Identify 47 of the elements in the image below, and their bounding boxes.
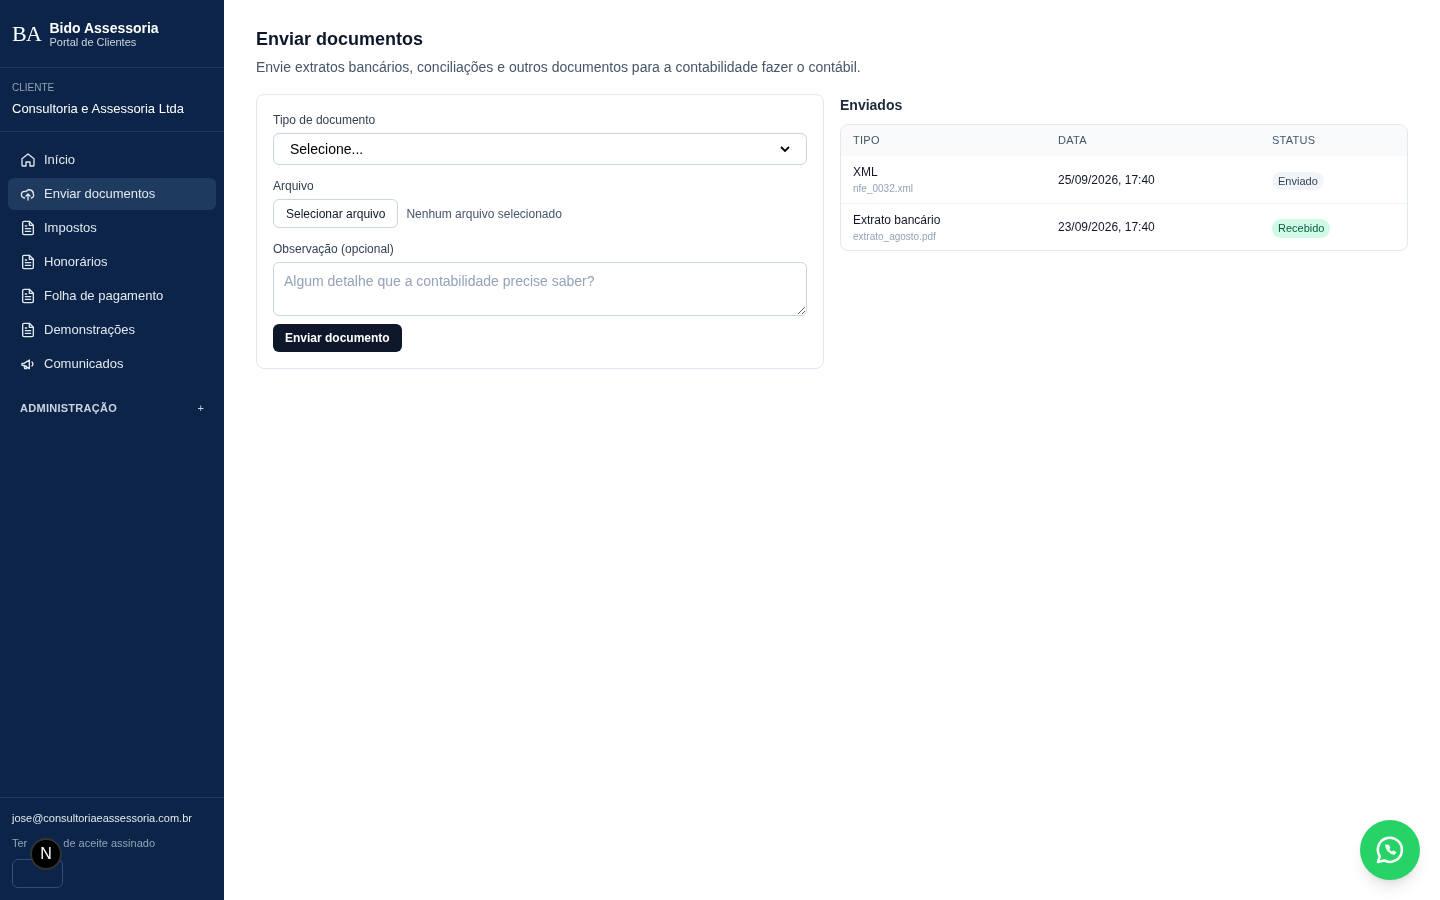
field-label: Observação (opcional) [273,241,395,258]
home-icon [20,151,36,168]
nav-item[interactable]: Impostos [8,211,216,244]
client-name: Consultoria e Assessoria Ltda [12,100,185,118]
brand-name: Bido Assessoria [49,19,159,36]
date-cell-text: 23/09/2026, 17:40 [1058,219,1156,236]
page-title: Enviar documentos [256,28,425,51]
file-name-cell-text: nfe_0032.xml [853,182,915,196]
submit-button[interactable]: Enviar documento [273,324,402,352]
select-file-button[interactable]: Selecionar arquivo [273,199,399,228]
field-label: Tipo de documento [273,112,377,129]
whatsapp-button[interactable] [1360,820,1420,880]
brand-subtitle: Portal de Clientes [49,35,138,48]
document-type-select[interactable]: Selecione... [273,133,807,165]
user-email: jose@consultoriaeassessoria.com.br [12,811,193,826]
chevron-down-icon [780,144,790,154]
document-icon [20,253,36,270]
field-label: Arquivo [273,178,315,195]
document-type-cell-text: Extrato bancário [853,211,942,229]
column-header: DATA [1058,133,1088,149]
nav-item[interactable]: Demonstrações [8,313,216,346]
nav-item[interactable]: Folha de pagamento [8,279,216,312]
document-icon [20,219,36,236]
nav-item[interactable]: Enviar documentos [8,177,216,210]
client-label: CLIENTE [12,81,56,95]
file-status-text: Nenhum arquivo selecionado [406,205,562,223]
status-badge: Enviado [1272,171,1324,190]
sent-section-title: Enviados [840,96,904,115]
terms-text: de aceite assinado [63,835,155,851]
expand-toggle[interactable]: + [197,399,204,416]
brand-logo: BA [12,22,42,45]
dev-indicator-tooltip[interactable]: N [30,838,62,870]
status-badge: Recebido [1272,219,1331,238]
nav-item[interactable]: Honorários [8,245,216,278]
document-icon [20,321,36,338]
file-name-cell-text: extrato_agosto.pdf [853,229,937,244]
nav-item[interactable]: Comunicados [8,347,216,380]
column-header: STATUS [1272,133,1317,149]
nav-item[interactable]: Início [8,143,216,176]
page-subtitle: Envie extratos bancários, conciliações e outros documentos para a contabilidade fazer o contábil. [256,58,862,77]
document-icon [20,287,36,304]
admin-section-heading: ADMINISTRAÇÃO [20,400,118,416]
date-cell-text: 25/09/2026, 17:40 [1058,171,1156,189]
document-type-cell-text: XML [853,164,879,181]
terms-text: Ter [12,835,28,851]
note-field[interactable]: Algum detalhe que a contabilidade precise saber? [273,262,807,316]
column-header: TIPO [853,133,881,149]
